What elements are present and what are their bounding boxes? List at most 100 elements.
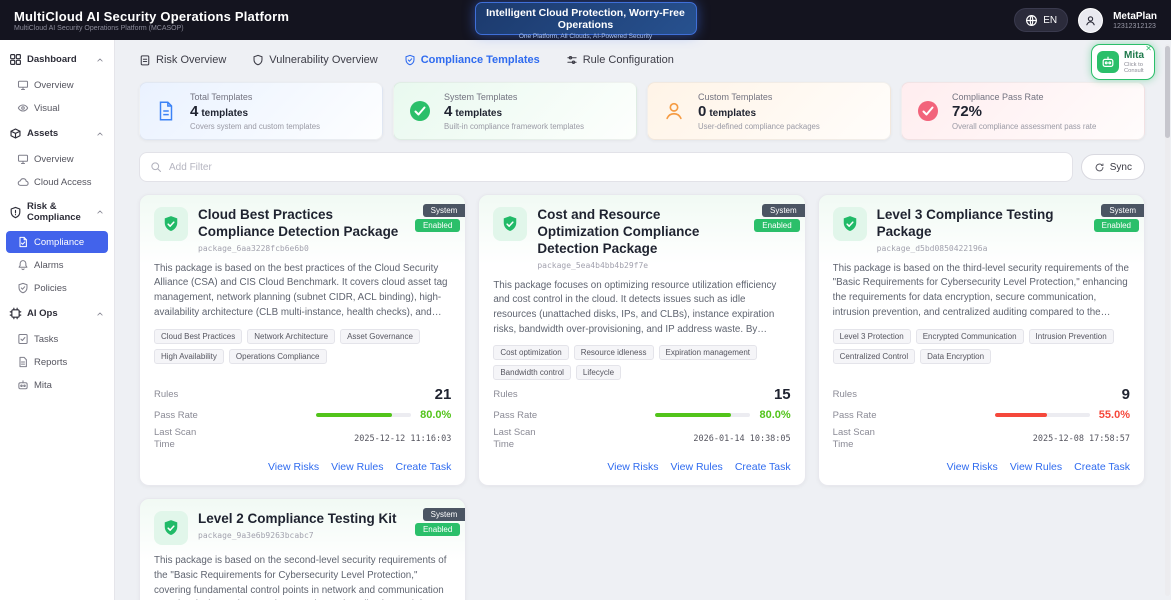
shield-check-icon (833, 207, 867, 241)
sidebar-item-reports[interactable]: Reports (6, 351, 108, 373)
sidebar-item-alarms[interactable]: Alarms (6, 254, 108, 276)
view-rules-link[interactable]: View Rules (670, 461, 722, 473)
scrollbar-thumb[interactable] (1165, 46, 1170, 138)
last-scan-label: Last Scan Time (493, 427, 543, 451)
tab-risk-overview[interactable]: Risk Overview (139, 54, 226, 66)
sidebar-item-mita[interactable]: Mita (6, 374, 108, 396)
pass-rate-bar (655, 413, 750, 417)
sidebar-section-ai-ops[interactable]: AI Ops (6, 300, 108, 327)
tab-compliance-templates[interactable]: Compliance Templates (404, 54, 540, 66)
sync-button[interactable]: Sync (1081, 154, 1145, 180)
mita-assistant-widget[interactable]: Mita Click to Consult ✕ (1091, 44, 1155, 80)
filter-input[interactable] (169, 162, 1062, 173)
stat-unit: templates (201, 108, 248, 119)
sidebar-item-label: Tasks (34, 334, 58, 345)
language-switcher[interactable]: EN (1014, 8, 1068, 32)
package-card: System Enabled Cloud Best Practices Comp… (139, 194, 466, 486)
sidebar-item-policies[interactable]: Policies (6, 277, 108, 299)
account-id: 12312312123 (1113, 23, 1157, 30)
stats-row: Total Templates 4templates Covers system… (139, 82, 1145, 140)
tag: Bandwidth control (493, 365, 571, 380)
check-circle-icon (914, 99, 942, 123)
sidebar-section-assets[interactable]: Assets (6, 120, 108, 147)
create-task-link[interactable]: Create Task (735, 461, 791, 473)
pass-rate-bar (316, 413, 411, 417)
avatar[interactable] (1078, 8, 1103, 33)
pass-rate-value: 55.0% (1099, 409, 1130, 421)
sidebar-item-cloud-access[interactable]: Cloud Access (6, 171, 108, 193)
tag: Cloud Best Practices (154, 329, 242, 344)
grid-icon (9, 53, 22, 66)
rules-count: 21 (435, 386, 452, 403)
main-content: Risk Overview Vulnerability Overview Com… (115, 40, 1171, 600)
create-task-link[interactable]: Create Task (1074, 461, 1130, 473)
robot-icon (1097, 51, 1119, 73)
rules-label: Rules (833, 389, 857, 400)
sidebar-section-dashboard[interactable]: Dashboard (6, 46, 108, 73)
stat-desc: User-defined compliance packages (698, 122, 820, 131)
monitor-icon (17, 153, 29, 165)
sidebar-item-tasks[interactable]: Tasks (6, 328, 108, 350)
box-icon (9, 127, 22, 140)
stat-custom-templates: Custom Templates 0templates User-defined… (647, 82, 891, 140)
badge-stack: System Enabled (415, 204, 465, 232)
close-icon[interactable]: ✕ (1145, 44, 1152, 53)
chevron-up-icon (95, 129, 105, 139)
view-rules-link[interactable]: View Rules (1010, 461, 1062, 473)
sidebar-item-label: Mita (34, 380, 52, 391)
tag: Data Encryption (920, 349, 991, 364)
sidebar-item-compliance[interactable]: Compliance (6, 231, 108, 253)
badge-stack: System Enabled (754, 204, 804, 232)
view-risks-link[interactable]: View Risks (947, 461, 998, 473)
system-badge: System (762, 204, 805, 217)
sidebar-item-visual[interactable]: Visual (6, 97, 108, 119)
sidebar-section-risk-compliance[interactable]: Risk & Compliance (6, 194, 108, 230)
package-description: This package is based on the third-level… (833, 262, 1130, 321)
create-task-link[interactable]: Create Task (395, 461, 451, 473)
package-id: package_5ea4b4bb4b29f7e (537, 261, 738, 270)
section-label: Dashboard (27, 54, 77, 65)
rules-count: 15 (774, 386, 791, 403)
enabled-badge: Enabled (754, 219, 799, 232)
section-label: Risk & Compliance (27, 201, 90, 223)
tag-list: Cloud Best Practices Network Architectur… (154, 329, 451, 364)
top-header: MultiCloud AI Security Operations Platfo… (0, 0, 1171, 40)
account-info[interactable]: MetaPlan 12312312123 (1113, 11, 1157, 30)
tab-rule-configuration[interactable]: Rule Configuration (566, 54, 674, 66)
system-badge: System (423, 204, 466, 217)
package-description: This package focuses on optimizing resou… (493, 279, 790, 338)
tab-vulnerability-overview[interactable]: Vulnerability Overview (252, 54, 377, 66)
package-title: Level 3 Compliance Testing Package (877, 207, 1078, 241)
mita-widget-subtitle: Click to Consult (1124, 62, 1149, 74)
tag: Resource idleness (574, 345, 654, 360)
system-badge: System (423, 508, 466, 521)
sidebar-item-label: Overview (34, 154, 74, 165)
card-actions: View Risks View Rules Create Task (493, 461, 790, 473)
filter-input-wrap (139, 152, 1073, 182)
view-rules-link[interactable]: View Rules (331, 461, 383, 473)
chevron-up-icon (95, 207, 105, 217)
last-scan-time: 2025-12-08 17:58:57 (1033, 434, 1130, 444)
document-check-icon (17, 236, 29, 248)
shield-check-icon (154, 207, 188, 241)
enabled-badge: Enabled (415, 219, 460, 232)
shield-icon (252, 54, 264, 66)
tag-list: Cost optimization Resource idleness Expi… (493, 345, 790, 380)
package-title: Cost and Resource Optimization Complianc… (537, 207, 738, 258)
filter-toolbar: Sync (139, 152, 1145, 182)
cloud-icon (17, 176, 29, 188)
view-risks-link[interactable]: View Risks (607, 461, 658, 473)
app-title: MultiCloud AI Security Operations Platfo… (14, 9, 289, 24)
sidebar-item-label: Cloud Access (34, 177, 92, 188)
view-risks-link[interactable]: View Risks (268, 461, 319, 473)
badge-stack: System Enabled (415, 508, 465, 536)
page-scrollbar[interactable] (1165, 44, 1170, 596)
sidebar-item-assets-overview[interactable]: Overview (6, 148, 108, 170)
sidebar-item-dashboard-overview[interactable]: Overview (6, 74, 108, 96)
app-subtitle: MultiCloud AI Security Operations Platfo… (14, 25, 289, 32)
tab-label: Vulnerability Overview (269, 54, 377, 66)
task-list-icon (17, 333, 29, 345)
last-scan-label: Last Scan Time (833, 427, 883, 451)
rules-count: 9 (1122, 386, 1130, 403)
tag: Cost optimization (493, 345, 568, 360)
